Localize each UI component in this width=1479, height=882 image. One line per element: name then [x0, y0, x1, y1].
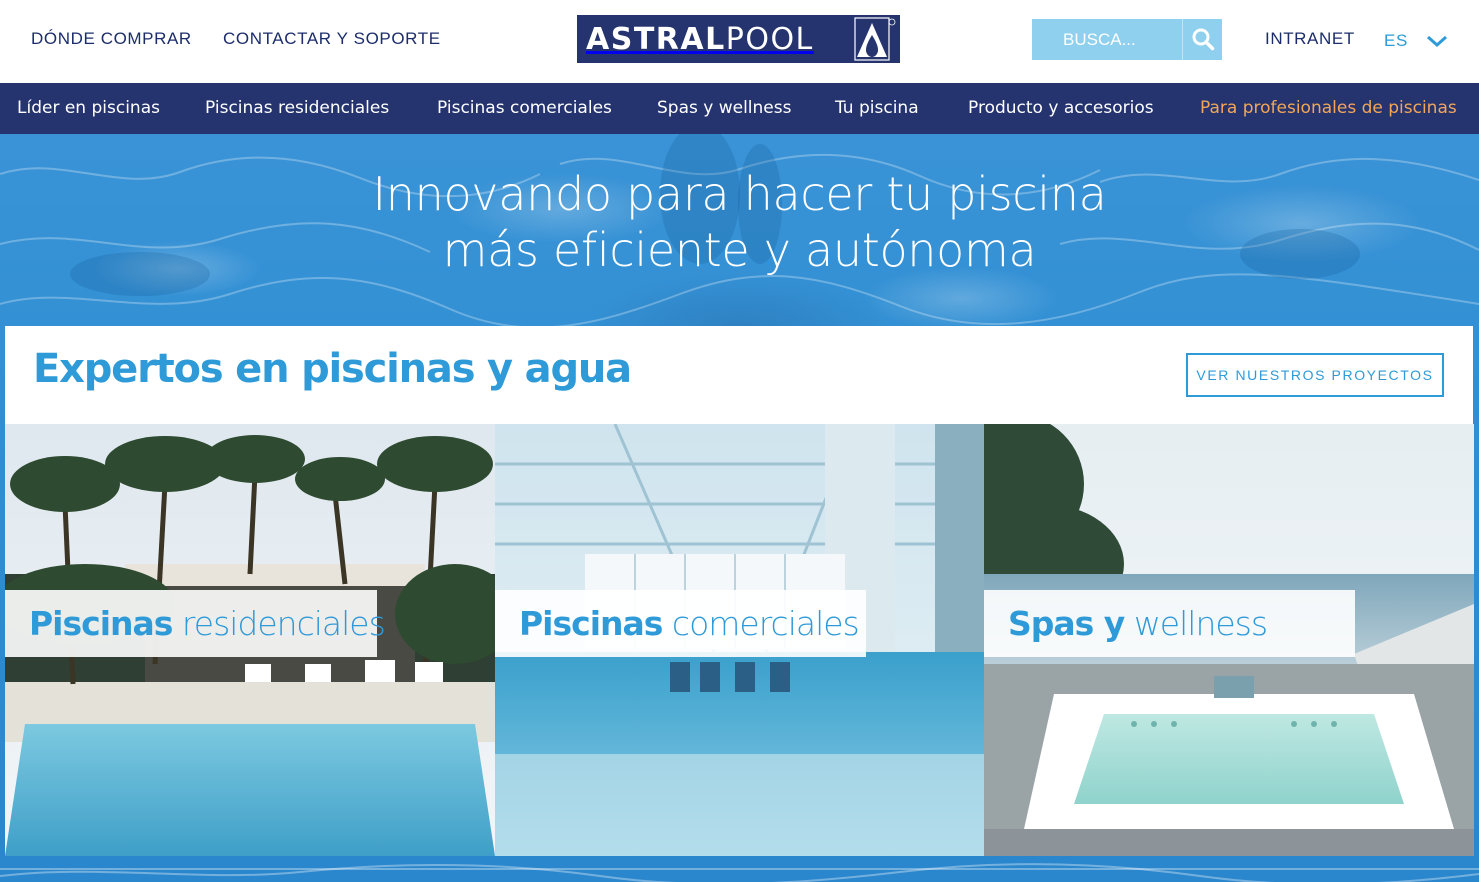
tile-label-light: wellness	[1133, 604, 1268, 643]
chevron-down-icon	[1426, 35, 1447, 48]
search-input[interactable]	[1032, 19, 1182, 60]
tile-label-bold: Piscinas	[519, 604, 663, 643]
logo-word-light: POOL	[725, 21, 814, 57]
language-selector[interactable]: ES	[1384, 28, 1448, 54]
nav-item-profesionales[interactable]: Para profesionales de piscinas	[1200, 98, 1457, 118]
nav-item-comerciales[interactable]: Piscinas comerciales	[437, 98, 612, 118]
language-code: ES	[1384, 31, 1408, 50]
tile-piscinas-residenciales[interactable]: Piscinas residenciales	[5, 424, 495, 856]
nav-item-spas[interactable]: Spas y wellness	[657, 98, 791, 118]
experts-panel: Expertos en piscinas y agua VER NUESTROS…	[5, 326, 1473, 424]
logo-word-bold: ASTRAL	[586, 21, 726, 57]
tile-caption: Spas y wellness	[984, 590, 1355, 657]
intranet-link[interactable]: INTRANET	[1265, 29, 1355, 49]
view-projects-button[interactable]: VER NUESTROS PROYECTOS	[1186, 353, 1444, 397]
search-button[interactable]	[1182, 19, 1222, 60]
top-header: DÓNDE COMPRAR CONTACTAR Y SOPORTE ASTRAL…	[0, 0, 1479, 83]
tile-label: Spas y wellness	[984, 604, 1268, 643]
where-to-buy-link[interactable]: DÓNDE COMPRAR	[31, 29, 192, 49]
tile-spas-wellness[interactable]: Spas y wellness	[984, 424, 1474, 856]
hero-title: Innovando para hacer tu piscina más efic…	[0, 166, 1479, 278]
tile-label: Piscinas residenciales	[5, 604, 386, 643]
experts-title: Expertos en piscinas y agua	[33, 346, 632, 392]
nav-item-lider[interactable]: Líder en piscinas	[17, 98, 160, 118]
hero-title-line-1: Innovando para hacer tu piscina	[372, 167, 1107, 221]
main-nav: Líder en piscinas Piscinas residenciales…	[0, 83, 1479, 134]
tile-label-light: residenciales	[181, 604, 386, 643]
tile-label-bold: Spas y	[1008, 604, 1125, 643]
nav-item-residenciales[interactable]: Piscinas residenciales	[205, 98, 389, 118]
tile-label-light: comerciales	[671, 604, 860, 643]
search-box	[1032, 19, 1222, 60]
hero-title-line-2: más eficiente y autónoma	[442, 223, 1037, 277]
tile-caption: Piscinas comerciales	[495, 590, 866, 657]
tile-label: Piscinas comerciales	[495, 604, 860, 643]
nav-item-producto[interactable]: Producto y accesorios	[968, 98, 1154, 118]
astralpool-logo[interactable]: ASTRAL POOL	[577, 15, 900, 63]
tile-caption: Piscinas residenciales	[5, 590, 386, 657]
logo-drop-icon	[854, 17, 896, 61]
tile-label-bold: Piscinas	[29, 604, 173, 643]
nav-item-tu-piscina[interactable]: Tu piscina	[835, 98, 919, 118]
hero-section: Innovando para hacer tu piscina más efic…	[0, 134, 1479, 882]
contact-support-link[interactable]: CONTACTAR Y SOPORTE	[223, 29, 441, 49]
search-icon	[1192, 28, 1215, 51]
tile-piscinas-comerciales[interactable]: Piscinas comerciales	[495, 424, 984, 856]
